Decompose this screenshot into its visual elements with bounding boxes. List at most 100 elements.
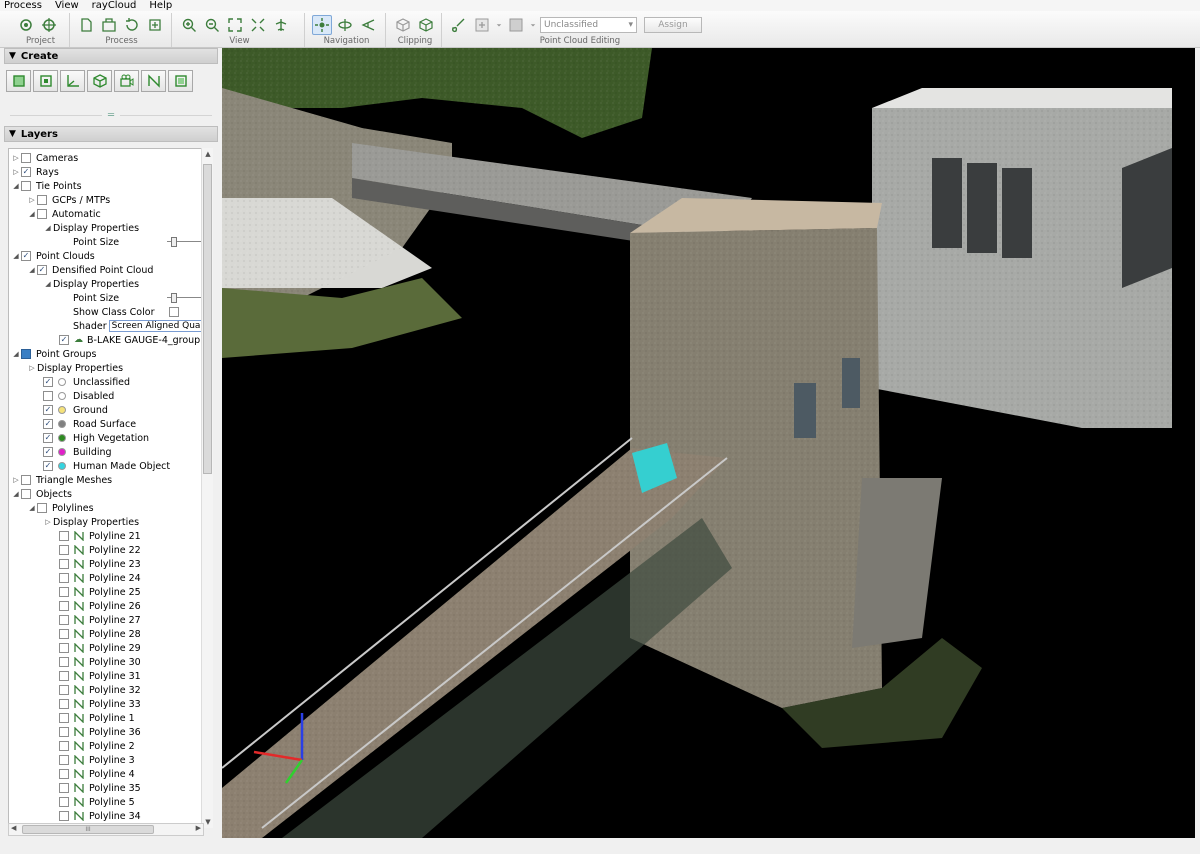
expand-arrow-icon[interactable]: ▷ xyxy=(27,364,37,372)
checkbox[interactable] xyxy=(37,503,47,513)
polyline-row[interactable]: Polyline 33 xyxy=(59,697,141,711)
create-surface-icon[interactable] xyxy=(6,70,31,92)
polyline-row[interactable]: Polyline 32 xyxy=(59,683,141,697)
polyline-row[interactable]: Polyline 3 xyxy=(59,753,135,767)
clipping-box-icon[interactable] xyxy=(393,15,413,35)
checkbox[interactable] xyxy=(21,489,31,499)
tree-row-polylines[interactable]: ◢ Polylines xyxy=(27,501,93,515)
checkbox[interactable]: ✓ xyxy=(43,433,53,443)
polyline-row[interactable]: Polyline 24 xyxy=(59,571,141,585)
expand-arrow-icon[interactable]: ▷ xyxy=(11,154,21,162)
tree-row-point-groups[interactable]: ◢ Point Groups xyxy=(11,347,96,361)
checkbox[interactable] xyxy=(37,209,47,219)
checkbox[interactable] xyxy=(59,671,69,681)
zoom-fit-icon[interactable] xyxy=(248,15,268,35)
checkbox[interactable] xyxy=(43,391,53,401)
tree-row-automatic[interactable]: ◢ Automatic xyxy=(27,207,100,221)
menu-raycloud[interactable]: rayCloud xyxy=(88,0,146,11)
zoom-in-icon[interactable] xyxy=(179,15,199,35)
panel-splitter[interactable]: ═ xyxy=(4,104,218,126)
zoom-out-icon[interactable] xyxy=(202,15,222,35)
tree-row-display-properties[interactable]: ◢ Display Properties xyxy=(43,221,139,235)
create-annotation-icon[interactable] xyxy=(33,70,58,92)
layers-section-header[interactable]: ▼ Layers xyxy=(4,126,218,142)
process-document-icon[interactable] xyxy=(76,15,96,35)
partial-checkbox[interactable] xyxy=(21,349,31,359)
checkbox[interactable]: ✓ xyxy=(21,167,31,177)
polyline-row[interactable]: Polyline 5 xyxy=(59,795,135,809)
checkbox[interactable] xyxy=(59,545,69,555)
tree-row-rays[interactable]: ▷ ✓ Rays xyxy=(11,165,59,179)
dropdown-arrow-icon[interactable] xyxy=(495,15,503,35)
expand-arrow-icon[interactable]: ▷ xyxy=(43,518,53,526)
polyline-row[interactable]: Polyline 1 xyxy=(59,711,135,725)
tree-row-display-properties[interactable]: ▷ Display Properties xyxy=(43,515,139,529)
create-video-icon[interactable] xyxy=(114,70,139,92)
class-row[interactable]: ✓ Ground xyxy=(43,403,108,417)
clipping-edit-box-icon[interactable] xyxy=(416,15,436,35)
point-size-slider[interactable] xyxy=(167,293,205,303)
add-class-icon[interactable] xyxy=(472,15,492,35)
show-class-color-checkbox[interactable] xyxy=(169,307,179,317)
checkbox[interactable] xyxy=(21,153,31,163)
zoom-extent-icon[interactable] xyxy=(225,15,245,35)
tree-row-display-properties[interactable]: ▷ Display Properties xyxy=(27,361,123,375)
checkbox[interactable]: ✓ xyxy=(43,419,53,429)
checkbox[interactable]: ✓ xyxy=(43,461,53,471)
navigation-trackball-icon[interactable] xyxy=(312,14,332,35)
brush-icon[interactable] xyxy=(449,15,469,35)
polyline-row[interactable]: Polyline 35 xyxy=(59,781,141,795)
navigation-fly-icon[interactable] xyxy=(358,15,378,35)
checkbox[interactable] xyxy=(59,741,69,751)
checkbox[interactable] xyxy=(59,615,69,625)
class-row[interactable]: ✓ Unclassified xyxy=(43,375,130,389)
checkbox[interactable] xyxy=(59,755,69,765)
tree-row-group[interactable]: ✓ ☁ B-LAKE GAUGE-4_group1 xyxy=(59,333,205,347)
scrollbar-thumb[interactable]: III xyxy=(22,825,154,834)
process-rematch-icon[interactable] xyxy=(145,15,165,35)
polyline-row[interactable]: Polyline 22 xyxy=(59,543,141,557)
menu-help[interactable]: Help xyxy=(145,0,181,11)
tree-row-tie-points[interactable]: ◢ Tie Points xyxy=(11,179,81,193)
checkbox[interactable]: ✓ xyxy=(21,251,31,261)
checkbox[interactable] xyxy=(59,685,69,695)
collapse-arrow-icon[interactable]: ◢ xyxy=(11,252,21,260)
tree-row-gcps[interactable]: ▷ GCPs / MTPs xyxy=(27,193,110,207)
create-section-header[interactable]: ▼ Create xyxy=(4,48,218,64)
class-row[interactable]: Disabled xyxy=(43,389,114,403)
checkbox[interactable] xyxy=(59,587,69,597)
dropdown-arrow-icon[interactable] xyxy=(529,15,537,35)
expand-arrow-icon[interactable]: ▷ xyxy=(27,196,37,204)
create-frame-icon[interactable] xyxy=(168,70,193,92)
polyline-row[interactable]: Polyline 30 xyxy=(59,655,141,669)
checkbox[interactable]: ✓ xyxy=(37,265,47,275)
tree-row-cameras[interactable]: ▷ Cameras xyxy=(11,151,78,165)
collapse-arrow-icon[interactable]: ◢ xyxy=(11,350,21,358)
checkbox[interactable] xyxy=(59,531,69,541)
process-open-icon[interactable] xyxy=(99,15,119,35)
checkbox[interactable] xyxy=(59,797,69,807)
create-volume-icon[interactable] xyxy=(87,70,112,92)
polyline-row[interactable]: Polyline 34 xyxy=(59,809,141,823)
checkbox[interactable] xyxy=(21,181,31,191)
checkbox[interactable]: ✓ xyxy=(43,377,53,387)
class-color-swatch-icon[interactable] xyxy=(506,15,526,35)
polyline-row[interactable]: Polyline 27 xyxy=(59,613,141,627)
class-row[interactable]: ✓ High Vegetation xyxy=(43,431,149,445)
polyline-row[interactable]: Polyline 36 xyxy=(59,725,141,739)
polyline-row[interactable]: Polyline 23 xyxy=(59,557,141,571)
create-axis-icon[interactable] xyxy=(60,70,85,92)
checkbox[interactable] xyxy=(59,601,69,611)
polyline-row[interactable]: Polyline 26 xyxy=(59,599,141,613)
class-row[interactable]: ✓ Human Made Object xyxy=(43,459,170,473)
polyline-row[interactable]: Polyline 29 xyxy=(59,641,141,655)
checkbox[interactable] xyxy=(37,195,47,205)
polyline-row[interactable]: Polyline 31 xyxy=(59,669,141,683)
view-plane-icon[interactable] xyxy=(271,15,291,35)
collapse-arrow-icon[interactable]: ◢ xyxy=(27,504,37,512)
checkbox[interactable] xyxy=(59,727,69,737)
checkbox[interactable] xyxy=(59,783,69,793)
polyline-row[interactable]: Polyline 28 xyxy=(59,627,141,641)
menu-process[interactable]: Process xyxy=(0,0,51,11)
polyline-row[interactable]: Polyline 4 xyxy=(59,767,135,781)
